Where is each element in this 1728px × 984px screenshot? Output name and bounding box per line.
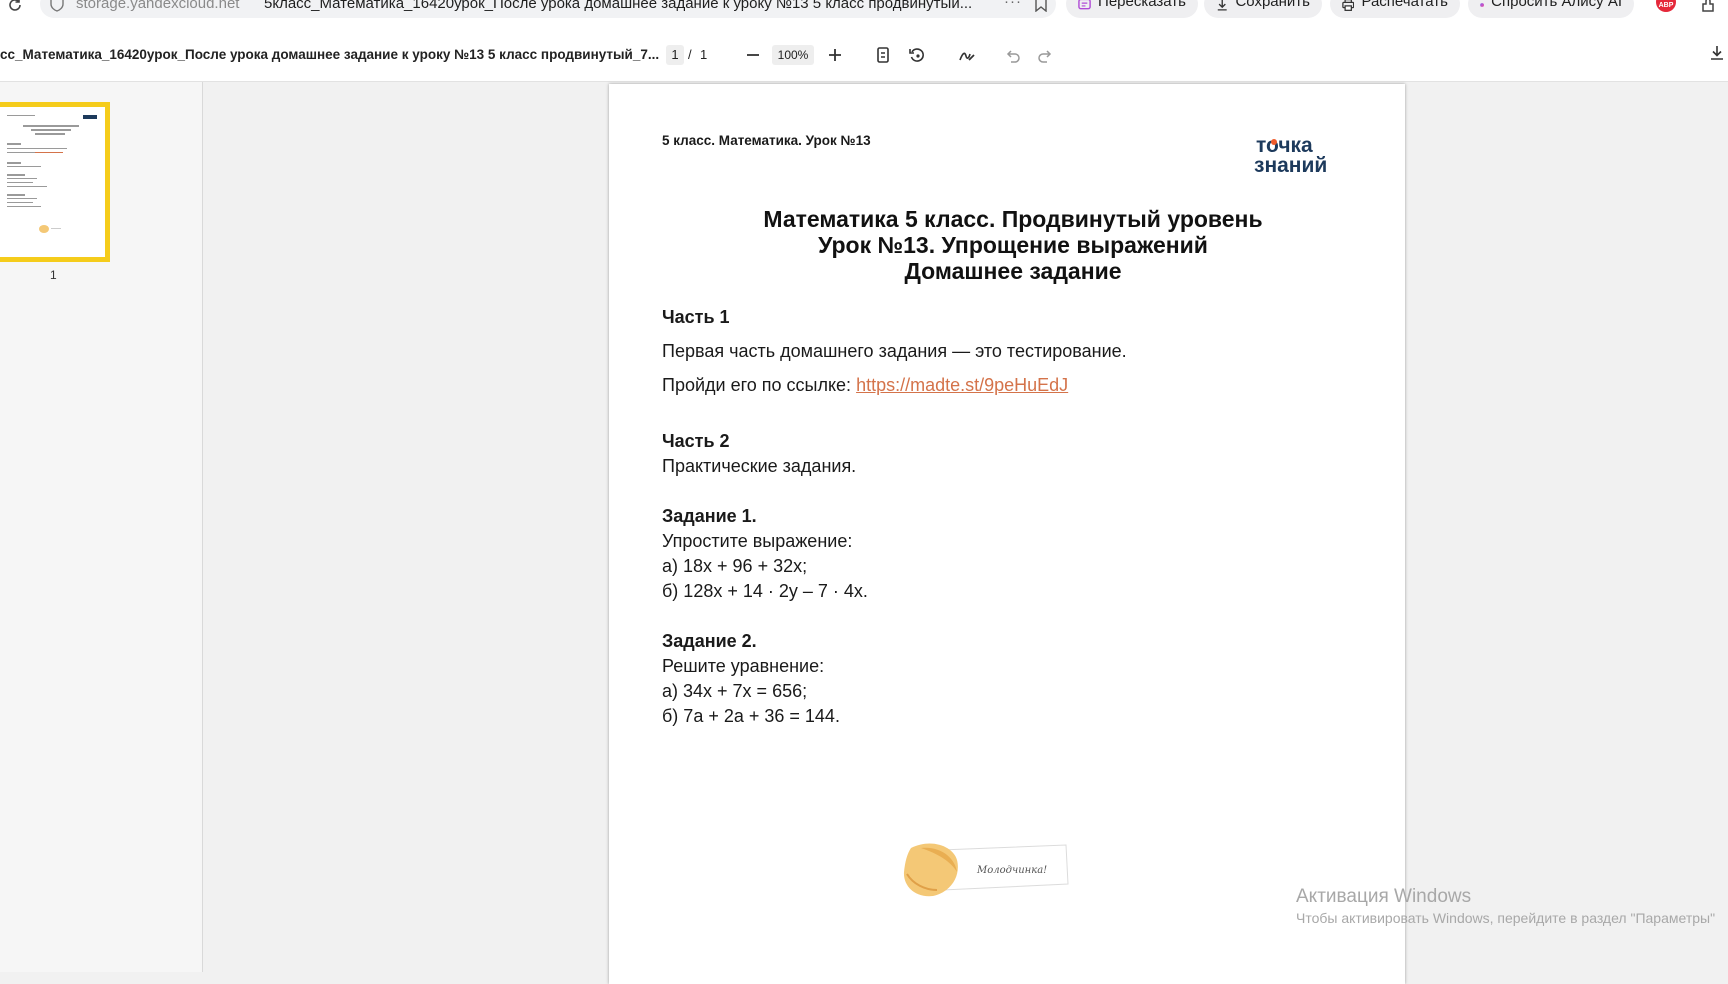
printer-icon bbox=[1342, 0, 1355, 11]
task1-heading: Задание 1. bbox=[662, 506, 757, 526]
task2-item-b: б) 7а + 2а + 36 = 144. bbox=[662, 706, 840, 726]
print-label: Распечатать bbox=[1361, 0, 1448, 10]
part1-text: Первая часть домашнего задания — это тес… bbox=[662, 341, 1127, 361]
task1-text: Упростите выражение: bbox=[662, 531, 853, 551]
part2-heading: Часть 2 bbox=[662, 431, 730, 451]
adblock-icon[interactable]: ABP bbox=[1656, 0, 1676, 12]
reload-icon[interactable] bbox=[6, 0, 24, 14]
part1-heading: Часть 1 bbox=[662, 307, 730, 327]
test-link[interactable]: https://madte.st/9peHuEdJ bbox=[856, 375, 1068, 395]
redo-icon[interactable] bbox=[1036, 46, 1054, 64]
document-title: Математика 5 класс. Продвинутый уровень … bbox=[662, 206, 1364, 284]
task1-item-a: а) 18х + 96 + 32х; bbox=[662, 556, 808, 576]
rotate-icon[interactable] bbox=[908, 46, 926, 64]
zoom-value[interactable]: 100% bbox=[772, 45, 814, 65]
windows-activation-subtitle: Чтобы активировать Windows, перейдите в … bbox=[1296, 910, 1716, 926]
fortune-cookie-illustration: Молодчинка! bbox=[903, 843, 1069, 897]
url-text[interactable]: storage.yandexcloud.net bbox=[76, 0, 239, 12]
task2-heading: Задание 2. bbox=[662, 631, 757, 651]
pdf-toolbar: сс_Математика_16420урок_После урока дома… bbox=[0, 20, 1728, 82]
document-viewport[interactable]: 5 класс. Математика. Урок №13 точка знан… bbox=[203, 82, 1728, 984]
zoom-in-icon[interactable] bbox=[826, 46, 844, 64]
task2-item-a: а) 34х + 7х = 656; bbox=[662, 681, 808, 701]
retell-icon bbox=[1078, 0, 1091, 10]
part1-link-prefix: Пройди его по ссылке: bbox=[662, 375, 857, 395]
reward-text: Молодчинка! bbox=[976, 865, 1047, 876]
page-separator: / bbox=[688, 47, 692, 62]
page-total: 1 bbox=[700, 47, 708, 62]
pdf-page: 5 класс. Математика. Урок №13 точка знан… bbox=[609, 84, 1405, 984]
alice-icon bbox=[1480, 3, 1484, 7]
tab-title: 5класс_Математика_16420урок_После урока … bbox=[264, 0, 973, 12]
thumbnail-page-label: 1 bbox=[50, 268, 57, 282]
bookmark-icon[interactable] bbox=[1034, 0, 1048, 12]
save-button[interactable]: Сохранить bbox=[1204, 0, 1322, 18]
tochka-znaniy-logo: точка знаний bbox=[1254, 134, 1327, 176]
part1-link-line: Пройди его по ссылке: https://madte.st/9… bbox=[662, 374, 1068, 396]
draw-icon[interactable] bbox=[958, 46, 976, 64]
page-header: 5 класс. Математика. Урок №13 bbox=[662, 133, 871, 148]
thumbnail-sidebar: 1 bbox=[0, 82, 203, 972]
page-number-input[interactable]: 1 bbox=[666, 45, 684, 65]
download-icon[interactable] bbox=[1708, 44, 1726, 62]
zoom-out-icon[interactable] bbox=[744, 46, 762, 64]
windows-activation-title: Активация Windows bbox=[1296, 886, 1472, 907]
ask-alice-button[interactable]: Спросить Алису AI bbox=[1468, 0, 1634, 18]
fit-page-icon[interactable] bbox=[874, 46, 892, 64]
extensions-icon[interactable] bbox=[1700, 0, 1718, 14]
shield-icon[interactable] bbox=[50, 0, 64, 12]
title-line-1: Математика 5 класс. Продвинутый уровень bbox=[763, 206, 1263, 232]
retell-button[interactable]: Пересказать bbox=[1066, 0, 1198, 18]
ask-alice-label: Спросить Алису AI bbox=[1491, 0, 1622, 10]
retell-label: Пересказать bbox=[1098, 0, 1186, 10]
logo-line-2: знаний bbox=[1254, 154, 1327, 176]
more-icon[interactable]: ··· bbox=[1004, 0, 1022, 10]
title-line-2: Урок №13. Упрощение выражений bbox=[818, 232, 1208, 258]
page-thumbnail[interactable] bbox=[0, 102, 110, 262]
document-name: сс_Математика_16420урок_После урока дома… bbox=[0, 47, 660, 62]
browser-bar: storage.yandexcloud.net 5класс_Математик… bbox=[0, 0, 1728, 20]
download-icon bbox=[1217, 0, 1227, 11]
part2-text: Практические задания. bbox=[662, 456, 857, 476]
save-label: Сохранить bbox=[1235, 0, 1310, 10]
task1-item-b: б) 128х + 14 · 2у – 7 · 4х. bbox=[662, 581, 868, 601]
title-line-3: Домашнее задание bbox=[904, 258, 1122, 284]
undo-icon[interactable] bbox=[1004, 46, 1022, 64]
task2-text: Решите уравнение: bbox=[662, 656, 825, 676]
print-button[interactable]: Распечатать bbox=[1330, 0, 1460, 18]
